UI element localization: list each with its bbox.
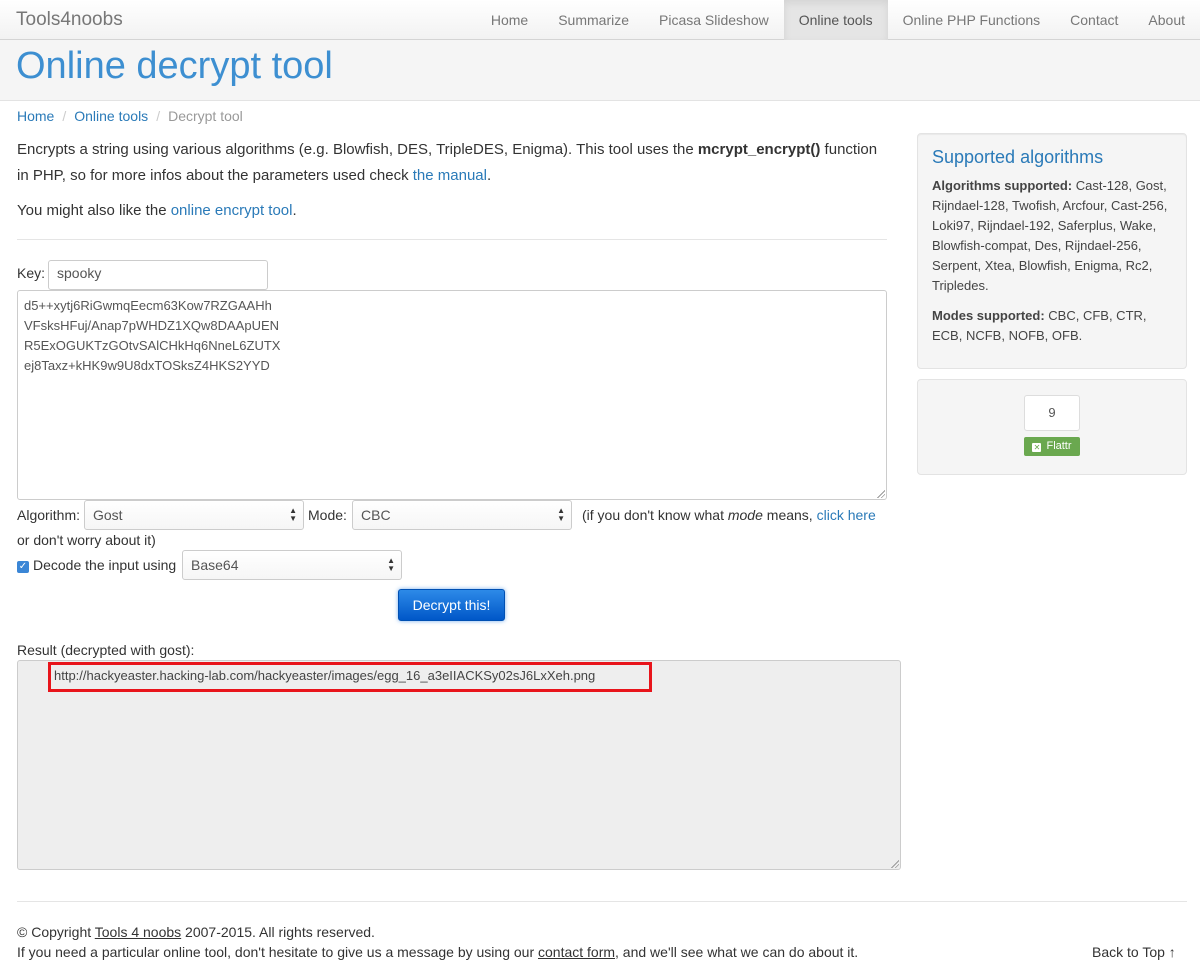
breadcrumb: Home / Online tools / Decrypt tool: [17, 108, 243, 124]
key-input[interactable]: spooky: [48, 260, 268, 290]
ciphertext-line: R5ExOGUKTzGOtvSAlCHkHq6NneL6ZUTX: [24, 338, 281, 353]
breadcrumb-home[interactable]: Home: [17, 108, 54, 124]
decode-checkbox[interactable]: ✓: [17, 561, 29, 573]
intro-text-part: You might also like the: [17, 202, 171, 219]
algorithm-select[interactable]: Gost ▲ ▼: [84, 500, 304, 530]
online-encrypt-tool-link[interactable]: online encrypt tool: [171, 202, 293, 219]
select-arrows-icon: ▲ ▼: [387, 556, 395, 573]
divider: [17, 239, 887, 240]
footer-copyright: © Copyright Tools 4 noobs 2007-2015. All…: [17, 924, 375, 940]
brand-logo[interactable]: Tools4noobs: [16, 9, 123, 31]
result-textarea[interactable]: http://hackyeaster.hacking-lab.com/hacky…: [17, 660, 901, 870]
supported-algorithms-panel: Supported algorithms Algorithms supporte…: [917, 133, 1187, 369]
mode-hint-continued: or don't worry about it): [17, 532, 156, 548]
nav-contact[interactable]: Contact: [1055, 0, 1133, 40]
algorithm-label: Algorithm:: [17, 507, 81, 523]
decode-label: Decode the input using: [33, 557, 177, 573]
panel-title: Supported algorithms: [932, 147, 1104, 167]
breadcrumb-separator: /: [156, 108, 161, 124]
arrow-up-icon: ↑: [1168, 944, 1176, 960]
back-to-top-link[interactable]: Back to Top ↑: [1092, 944, 1176, 960]
copyright-text: 2007-2015. All rights reserved.: [181, 924, 375, 940]
hint-emphasis: mode: [727, 507, 763, 523]
breadcrumb-current: Decrypt tool: [168, 108, 243, 124]
function-name: mcrypt_encrypt(): [697, 141, 821, 158]
modes-list: Modes supported: CBC, CFB, CTR, ECB, NCF…: [932, 306, 1172, 346]
contact-form-link[interactable]: contact form: [538, 944, 615, 960]
intro-paragraph: Encrypts a string using various algorith…: [17, 137, 887, 189]
hint-text: means,: [762, 507, 817, 523]
ciphertext-textarea[interactable]: d5++xytj6RiGwmqEecm63Kow7RZGAAHh VFsksHF…: [17, 290, 887, 500]
intro-text: Encrypts a string using various algorith…: [17, 137, 887, 224]
algorithms-values: Cast-128, Gost, Rijndael-128, Twofish, A…: [932, 178, 1168, 293]
top-navbar: Tools4noobs Home Summarize Picasa Slides…: [0, 0, 1200, 40]
nav-about[interactable]: About: [1133, 0, 1200, 40]
decrypt-button[interactable]: Decrypt this!: [398, 589, 505, 621]
flattr-button[interactable]: ✕ Flattr: [1024, 437, 1080, 456]
intro-text-part: Encrypts a string using various algorith…: [17, 141, 698, 158]
copyright-text: © Copyright: [17, 924, 95, 940]
algorithms-list: Algorithms supported: Cast-128, Gost, Ri…: [932, 176, 1172, 296]
decode-selected-value: Base64: [191, 557, 239, 573]
panel-body: Algorithms supported: Cast-128, Gost, Ri…: [932, 176, 1172, 346]
tools4noobs-link[interactable]: Tools 4 noobs: [95, 924, 181, 940]
ciphertext-line: d5++xytj6RiGwmqEecm63Kow7RZGAAHh: [24, 298, 272, 313]
intro-text-part: .: [292, 202, 297, 219]
algorithm-selected-value: Gost: [93, 507, 123, 523]
mode-select[interactable]: CBC ▲ ▼: [352, 500, 572, 530]
key-label: Key:: [17, 265, 46, 281]
click-here-link[interactable]: click here: [817, 507, 876, 523]
resize-grip-icon[interactable]: [891, 860, 899, 868]
nav-online-php-functions[interactable]: Online PHP Functions: [888, 0, 1055, 40]
flattr-count: 9: [1024, 395, 1080, 431]
select-arrows-icon: ▲ ▼: [289, 506, 297, 523]
algorithms-label: Algorithms supported:: [932, 178, 1073, 193]
result-label: Result (decrypted with gost):: [17, 642, 195, 658]
breadcrumb-separator: /: [62, 108, 67, 124]
page-title: Online decrypt tool: [16, 45, 333, 87]
flattr-panel: 9 ✕ Flattr: [917, 379, 1187, 475]
mode-label: Mode:: [308, 507, 347, 523]
select-arrows-icon: ▲ ▼: [557, 506, 565, 523]
modes-label: Modes supported:: [932, 308, 1045, 323]
mode-selected-value: CBC: [361, 507, 391, 523]
resize-grip-icon[interactable]: [877, 490, 885, 498]
result-url-text: http://hackyeaster.hacking-lab.com/hacky…: [54, 668, 596, 683]
contact-text: If you need a particular online tool, do…: [17, 944, 538, 960]
nav-summarize[interactable]: Summarize: [543, 0, 644, 40]
contact-text: , and we'll see what we can do about it.: [615, 944, 859, 960]
main-nav: Home Summarize Picasa Slideshow Online t…: [476, 0, 1200, 40]
ciphertext-line: VFsksHFuj/Anap7pWHDZ1XQw8DAApUEN: [24, 318, 280, 333]
flattr-label: Flattr: [1046, 440, 1072, 452]
footer-divider: [17, 901, 1187, 902]
manual-link[interactable]: the manual: [413, 167, 487, 184]
intro-text-part: .: [486, 167, 492, 184]
also-like-paragraph: You might also like the online encrypt t…: [17, 198, 887, 224]
ciphertext-line: ej8Taxz+kHK9w9U8dxTOSksZ4HKS2YYD: [24, 358, 270, 373]
decode-select[interactable]: Base64 ▲ ▼: [182, 550, 402, 580]
flattr-icon: ✕: [1032, 443, 1042, 452]
nav-picasa-slideshow[interactable]: Picasa Slideshow: [644, 0, 784, 40]
back-to-top-label: Back to Top: [1092, 944, 1165, 960]
mode-hint: (if you don't know what mode means, clic…: [582, 507, 876, 523]
page-header: Online decrypt tool: [0, 40, 1200, 101]
nav-home[interactable]: Home: [476, 0, 543, 40]
breadcrumb-online-tools[interactable]: Online tools: [74, 108, 148, 124]
footer-contact: If you need a particular online tool, do…: [17, 944, 858, 960]
nav-online-tools[interactable]: Online tools: [783, 0, 888, 40]
hint-text: (if you don't know what: [582, 507, 728, 523]
